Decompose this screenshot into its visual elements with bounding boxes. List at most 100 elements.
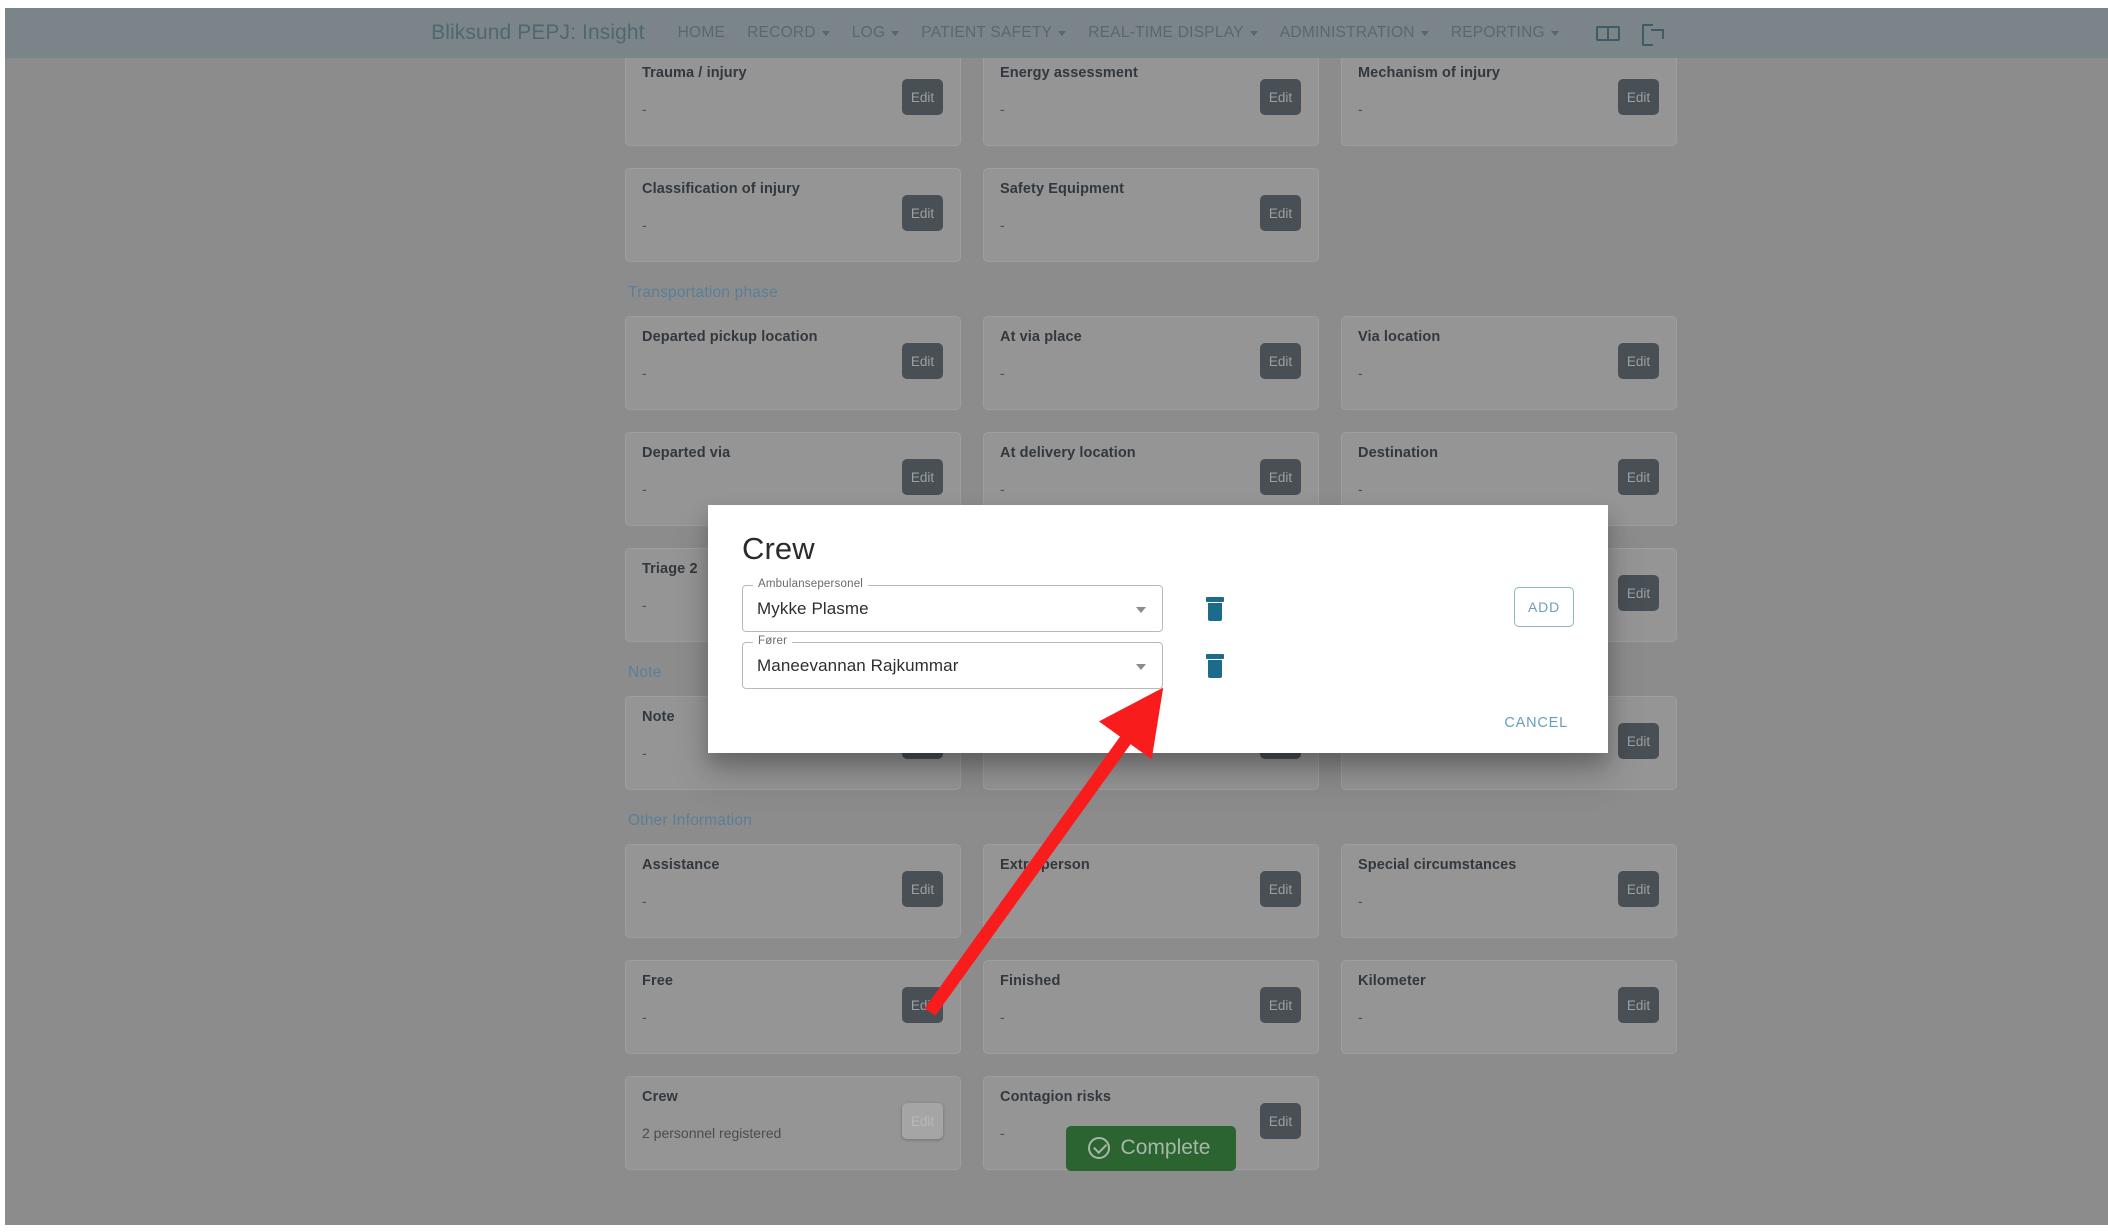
app-brand-title: Bliksund PEPJ: Insight: [431, 21, 645, 44]
field-card-value: -: [1000, 217, 1005, 233]
ambulansepersonel-select[interactable]: Ambulansepersonel Mykke Plasme: [742, 578, 1163, 632]
edit-button[interactable]: Edit: [902, 459, 943, 495]
ambulansepersonel-value: Mykke Plasme: [757, 598, 869, 618]
edit-button[interactable]: Edit: [1260, 871, 1301, 907]
translate-icon[interactable]: [1595, 25, 1620, 41]
nav-link-real-time-display[interactable]: REAL-TIME DISPLAY: [1077, 24, 1269, 42]
nav-link-home[interactable]: HOME: [667, 24, 737, 42]
nav-link-log[interactable]: LOG: [841, 24, 910, 42]
delete-crew-member-icon[interactable]: [1205, 596, 1225, 621]
edit-button[interactable]: Edit: [1618, 987, 1659, 1023]
nav-link-administration[interactable]: ADMINISTRATION: [1269, 24, 1440, 42]
edit-button[interactable]: Edit: [1260, 343, 1301, 379]
field-card-value: -: [642, 745, 647, 761]
nav-link-label: LOG: [851, 24, 886, 41]
field-card: Safety Equipment - Edit: [983, 168, 1319, 262]
nav-link-label: RECORD: [747, 24, 816, 41]
edit-button[interactable]: Edit: [902, 195, 943, 231]
field-card-value: -: [1000, 1009, 1005, 1025]
field-card-title: Departed via: [642, 445, 731, 461]
section-title: Other Information: [628, 812, 753, 829]
field-card: Free - Edit: [625, 960, 961, 1054]
field-card-value: -: [642, 481, 647, 497]
chevron-down-icon: [1136, 663, 1146, 670]
field-card-title: Destination: [1358, 445, 1439, 461]
edit-button[interactable]: Edit: [902, 871, 943, 907]
nav-link-patient-safety[interactable]: PATIENT SAFETY: [910, 24, 1077, 42]
field-card: Finished - Edit: [983, 960, 1319, 1054]
field-card-value: -: [642, 101, 647, 117]
crew-row: Fører Maneevannan Rajkummar: [742, 635, 1574, 689]
field-card-title: Energy assessment: [1000, 65, 1138, 81]
nav-link-reporting[interactable]: REPORTING: [1440, 24, 1570, 42]
edit-button[interactable]: Edit: [1618, 723, 1659, 759]
forer-label: Fører: [753, 635, 793, 647]
logout-icon[interactable]: [1641, 24, 1662, 46]
field-card-value: -: [642, 365, 647, 381]
check-circle-icon: [1087, 1137, 1110, 1159]
field-card-title: Via location: [1358, 329, 1441, 345]
chevron-down-icon: [1249, 30, 1258, 36]
nav-link-label: REAL-TIME DISPLAY: [1088, 24, 1244, 41]
forer-select[interactable]: Fører Maneevannan Rajkummar: [742, 635, 1163, 689]
browser-viewport: Bliksund PEPJ: Insight HOME RECORD LOG PATI…: [5, 8, 2108, 1225]
complete-button-row: Complete: [625, 1126, 1677, 1171]
forer-value: Maneevannan Rajkummar: [757, 655, 959, 675]
edit-button[interactable]: Edit: [1260, 459, 1301, 495]
edit-button[interactable]: Edit: [1260, 195, 1301, 231]
edit-button[interactable]: Edit: [1260, 79, 1301, 115]
field-card: Extra person - Edit: [983, 844, 1319, 938]
card-row: Trauma / injury - Edit Energy assessment - Ed…: [625, 58, 1677, 146]
card-row: Assistance - Edit Extra person - Edit Special …: [625, 844, 1677, 938]
section-title: Transportation phase: [628, 284, 778, 301]
field-card: Classification of injury - Edit: [625, 168, 961, 262]
edit-button[interactable]: Edit: [1618, 871, 1659, 907]
field-card-value: -: [1000, 893, 1005, 909]
field-card: Via location - Edit: [1341, 316, 1677, 410]
edit-button[interactable]: Edit: [1618, 459, 1659, 495]
edit-button[interactable]: Edit: [1618, 575, 1659, 611]
field-card: Mechanism of injury - Edit: [1341, 58, 1677, 146]
edit-button[interactable]: Edit: [902, 987, 943, 1023]
nav-link-record[interactable]: RECORD: [736, 24, 841, 42]
field-card-value: -: [1358, 481, 1363, 497]
chevron-down-icon: [821, 30, 830, 36]
card-placeholder: [1341, 168, 1677, 262]
edit-button[interactable]: Edit: [902, 343, 943, 379]
edit-button[interactable]: Edit: [1618, 343, 1659, 379]
field-card-title: Safety Equipment: [1000, 181, 1125, 197]
edit-button[interactable]: Edit: [1260, 987, 1301, 1023]
field-card-title: Contagion risks: [1000, 1089, 1112, 1105]
field-card-value: -: [1358, 1009, 1363, 1025]
nav-link-label: REPORTING: [1450, 24, 1545, 41]
field-card-title: Mechanism of injury: [1358, 65, 1501, 81]
complete-button[interactable]: Complete: [1065, 1126, 1237, 1171]
ambulansepersonel-label: Ambulansepersonel: [753, 578, 869, 590]
field-card-title: Free: [642, 973, 674, 989]
field-card: Energy assessment - Edit: [983, 58, 1319, 146]
field-card: Kilometer - Edit: [1341, 960, 1677, 1054]
field-card-value: -: [1358, 101, 1363, 117]
field-card-value: -: [642, 217, 647, 233]
field-card-value: -: [642, 1009, 647, 1025]
field-card-value: -: [1358, 365, 1363, 381]
add-crew-button[interactable]: ADD: [1514, 587, 1574, 627]
field-card: Trauma / injury - Edit: [625, 58, 961, 146]
complete-button-label: Complete: [1120, 1136, 1211, 1159]
chevron-down-icon: [1058, 30, 1067, 36]
field-card-title: Classification of injury: [642, 181, 800, 197]
chevron-down-icon: [891, 30, 900, 36]
cancel-button[interactable]: CANCEL: [1498, 711, 1574, 735]
edit-button[interactable]: Edit: [1618, 79, 1659, 115]
card-row: Free - Edit Finished - Edit Kilometer - Edit: [625, 960, 1677, 1054]
delete-crew-member-icon[interactable]: [1205, 653, 1225, 678]
edit-button[interactable]: Edit: [902, 79, 943, 115]
field-card-title: Trauma / injury: [642, 65, 747, 81]
crew-dialog-title: Crew: [742, 531, 815, 566]
field-card-title: Departed pickup location: [642, 329, 818, 345]
crew-row: Ambulansepersonel Mykke Plasme ADD: [742, 578, 1574, 632]
card-row: Departed pickup location - Edit At via plac…: [625, 316, 1677, 410]
field-card-title: Assistance: [642, 857, 720, 873]
field-card-value: -: [1000, 481, 1005, 497]
field-card: At via place - Edit: [983, 316, 1319, 410]
